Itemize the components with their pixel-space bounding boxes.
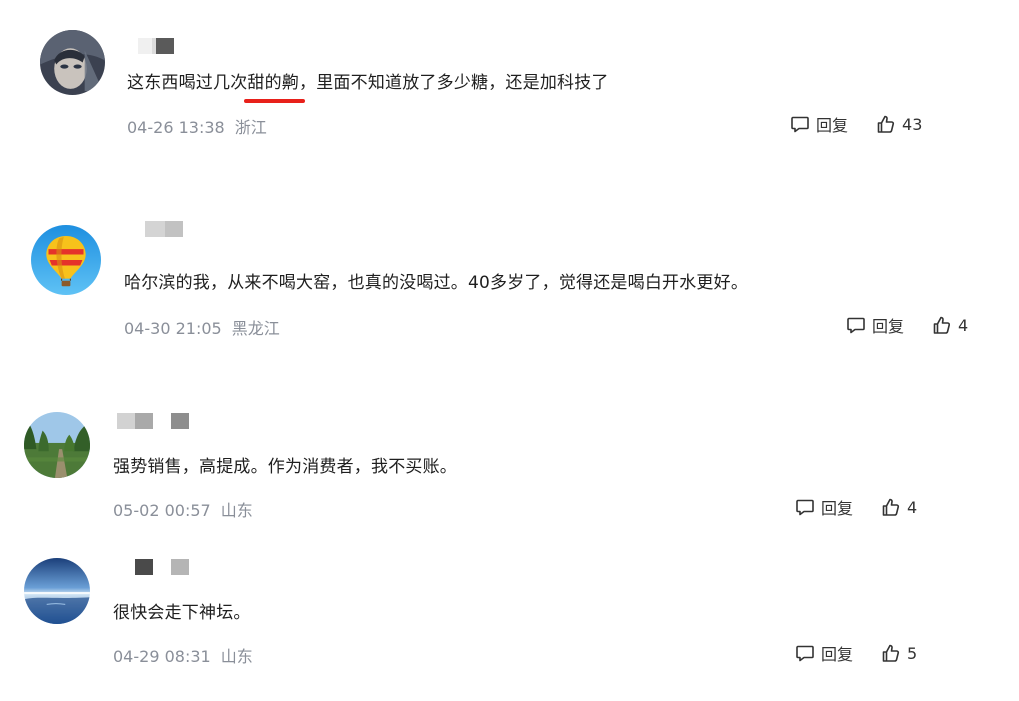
comment-date: 04-29 08:31 bbox=[113, 647, 211, 666]
comment-location: 黑龙江 bbox=[231, 319, 280, 338]
thumbs-up-icon bbox=[877, 115, 895, 133]
comment-bubble-icon bbox=[796, 645, 814, 662]
comment-actions: 回复 5 bbox=[795, 641, 917, 665]
highlighted-phrase: 甜的齁 bbox=[244, 73, 305, 103]
user-avatar[interactable] bbox=[24, 412, 90, 478]
comment-meta: 04-30 21:05 黑龙江 bbox=[124, 315, 280, 339]
forest-path-avatar-icon bbox=[24, 412, 90, 478]
comment-date: 05-02 00:57 bbox=[113, 501, 211, 520]
comment-date: 04-26 13:38 bbox=[127, 118, 225, 137]
like-count: 43 bbox=[902, 114, 923, 134]
masked-face-avatar-icon bbox=[40, 30, 105, 95]
comment-actions: 回复 43 bbox=[790, 112, 922, 136]
like-button[interactable]: 5 bbox=[881, 643, 917, 663]
like-button[interactable]: 4 bbox=[881, 497, 917, 517]
reply-button[interactable]: 回复 bbox=[795, 641, 853, 665]
user-avatar[interactable] bbox=[31, 225, 101, 295]
like-count: 4 bbox=[907, 497, 918, 517]
comment-text: 哈尔滨的我，从来不喝大窑，也真的没喝过。40多岁了，觉得还是喝白开水更好。 bbox=[124, 273, 749, 293]
comment-date: 04-30 21:05 bbox=[124, 319, 222, 338]
thumbs-up-icon bbox=[882, 644, 900, 662]
comment-text: 很快会走下神坛。 bbox=[113, 603, 251, 623]
username-mosaic[interactable] bbox=[138, 37, 174, 55]
comment-location: 山东 bbox=[220, 501, 253, 520]
comment-bubble-icon bbox=[847, 317, 865, 334]
username-mosaic[interactable] bbox=[135, 558, 189, 576]
comment-location: 山东 bbox=[220, 647, 253, 666]
user-avatar[interactable] bbox=[40, 30, 105, 95]
comment-text: 强势销售，高提成。作为消费者，我不买账。 bbox=[113, 457, 457, 477]
comment-meta: 04-26 13:38 浙江 bbox=[127, 114, 267, 138]
lake-sunset-avatar-icon bbox=[24, 558, 90, 624]
user-avatar[interactable] bbox=[24, 558, 90, 624]
comment-meta: 04-29 08:31 山东 bbox=[113, 643, 253, 667]
comment-actions: 回复 4 bbox=[846, 313, 968, 337]
like-button[interactable]: 43 bbox=[876, 114, 922, 134]
comment-actions: 回复 4 bbox=[795, 495, 917, 519]
comment-location: 浙江 bbox=[234, 118, 267, 137]
comment-text: 这东西喝过几次甜的齁，里面不知道放了多少糖，还是加科技了 bbox=[127, 73, 609, 103]
thumbs-up-icon bbox=[933, 316, 951, 334]
reply-button[interactable]: 回复 bbox=[795, 495, 853, 519]
like-count: 5 bbox=[907, 643, 918, 663]
hot-air-balloon-avatar-icon bbox=[31, 225, 101, 295]
comment-meta: 05-02 00:57 山东 bbox=[113, 497, 253, 521]
like-count: 4 bbox=[958, 315, 969, 335]
username-mosaic[interactable] bbox=[117, 412, 189, 430]
comment-bubble-icon bbox=[791, 116, 809, 133]
like-button[interactable]: 4 bbox=[932, 315, 968, 335]
username-mosaic[interactable] bbox=[145, 220, 183, 238]
thumbs-up-icon bbox=[882, 498, 900, 516]
reply-button[interactable]: 回复 bbox=[846, 313, 904, 337]
reply-button[interactable]: 回复 bbox=[790, 112, 848, 136]
comment-bubble-icon bbox=[796, 499, 814, 516]
